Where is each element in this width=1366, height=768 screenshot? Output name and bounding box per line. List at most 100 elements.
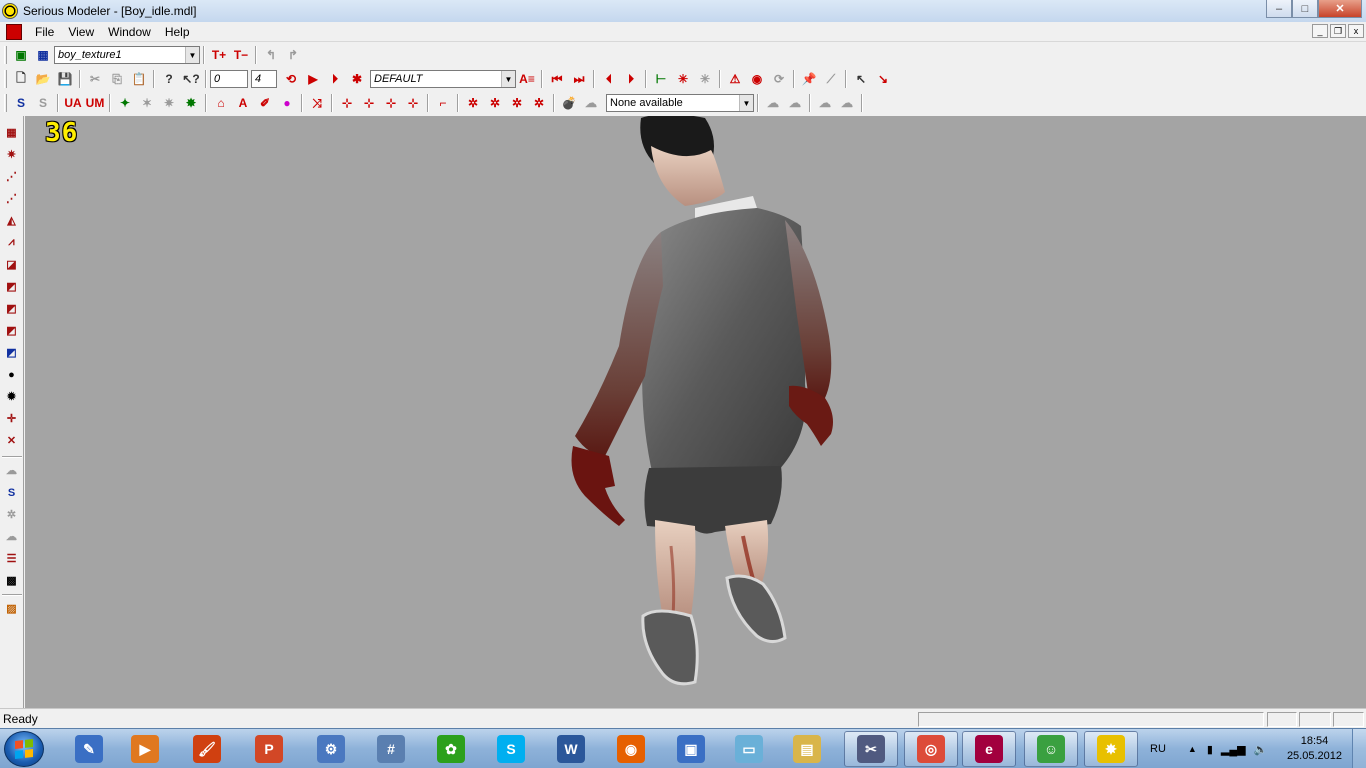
taskbar-button-skype[interactable]: S: [484, 731, 538, 767]
font-icon[interactable]: A: [233, 93, 253, 113]
render-mode-icon[interactable]: ▦: [3, 124, 20, 141]
frame-end-input[interactable]: 4: [251, 70, 277, 88]
frame-start-input[interactable]: 0: [210, 70, 248, 88]
taskbar-button-notepad[interactable]: ▭: [722, 731, 776, 767]
taskbar-button-powerpoint[interactable]: P: [242, 731, 296, 767]
texture-next-icon[interactable]: ↱: [283, 45, 303, 65]
minimize-button[interactable]: –: [1266, 0, 1292, 18]
document-icon[interactable]: [6, 23, 22, 40]
warning-icon[interactable]: ⚠: [725, 69, 745, 89]
toolbar-grip[interactable]: [4, 70, 7, 88]
mdi-close-button[interactable]: x: [1348, 24, 1364, 38]
pointer-select-icon[interactable]: ↖: [851, 69, 871, 89]
taskbar-button-settings-app[interactable]: ⚙: [304, 731, 358, 767]
taskbar-button-erlang[interactable]: e: [962, 731, 1016, 767]
sound-play-icon[interactable]: ☁: [815, 93, 835, 113]
bomb-icon[interactable]: 💣: [559, 93, 579, 113]
light-icon[interactable]: ✹: [3, 388, 20, 405]
zombie-boy-model[interactable]: [545, 116, 835, 696]
model-viewport[interactable]: 36: [25, 116, 1366, 708]
color-pick-icon[interactable]: ✐: [255, 93, 275, 113]
mapping-star2-icon[interactable]: ✷: [159, 93, 179, 113]
animation-settings-icon[interactable]: ✱: [347, 69, 367, 89]
texture-prev-icon[interactable]: ↰: [261, 45, 281, 65]
add-texture-icon[interactable]: T+: [209, 45, 229, 65]
chevron-down-icon[interactable]: ▼: [185, 47, 199, 63]
animation-combo[interactable]: DEFAULT ▼: [370, 70, 516, 88]
start-button[interactable]: [4, 731, 44, 767]
surface-disabled-icon[interactable]: S: [33, 93, 53, 113]
bones-icon[interactable]: ⋰: [3, 168, 20, 185]
maximize-button[interactable]: □: [1292, 0, 1318, 18]
collision-disabled-icon[interactable]: ☁: [3, 528, 20, 545]
list-icon[interactable]: ☰: [3, 550, 20, 567]
volume-icon[interactable]: 🔈: [1254, 743, 1268, 756]
effect-disabled-icon[interactable]: ✲: [3, 506, 20, 523]
surface-t-icon[interactable]: ◩: [3, 344, 20, 361]
close-button[interactable]: ✕: [1318, 0, 1362, 18]
taskbar-button-calculator[interactable]: #: [364, 731, 418, 767]
network-signal-icon[interactable]: ▂▄▆: [1221, 743, 1246, 756]
open-folder-icon[interactable]: 📂: [33, 69, 53, 89]
mirror-z-icon[interactable]: ✲: [507, 93, 527, 113]
context-help-icon[interactable]: ↖?: [181, 69, 201, 89]
paste-icon[interactable]: 📋: [129, 69, 149, 89]
toolbar-grip[interactable]: [4, 46, 7, 64]
axis-h-icon[interactable]: ⊹: [337, 93, 357, 113]
clock[interactable]: 18:54 25.05.2012: [1287, 734, 1342, 764]
new-file-icon[interactable]: 🗋: [11, 69, 31, 89]
copy-icon[interactable]: ⎘: [107, 69, 127, 89]
pointer-deselect-icon[interactable]: ↘: [873, 69, 893, 89]
skeleton-icon[interactable]: ✳: [673, 69, 693, 89]
prev-frame-icon[interactable]: ⏴: [599, 69, 619, 89]
surface-off-icon[interactable]: ◩: [3, 322, 20, 339]
axis-b-icon[interactable]: ⊹: [381, 93, 401, 113]
play-icon[interactable]: ▶: [303, 69, 323, 89]
axis-icon[interactable]: ⊹: [403, 93, 423, 113]
play-frames-icon[interactable]: ⏵: [325, 69, 345, 89]
remove-texture-icon[interactable]: T−: [231, 45, 251, 65]
cut-icon[interactable]: ✂: [85, 69, 105, 89]
taskbar-button-designer-app[interactable]: ✎: [62, 731, 116, 767]
surface-icon[interactable]: S: [11, 93, 31, 113]
texture-combo[interactable]: boy_texture1 ▼: [54, 46, 200, 64]
reset-icon[interactable]: ⟳: [769, 69, 789, 89]
measure-icon[interactable]: ⊢: [651, 69, 671, 89]
animation-rename-icon[interactable]: A≡: [517, 69, 537, 89]
mdi-minimize-button[interactable]: _: [1312, 24, 1328, 38]
mapping-add-icon[interactable]: ✦: [115, 93, 135, 113]
sound-stop-icon[interactable]: ☁: [837, 93, 857, 113]
chevron-down-icon[interactable]: ▼: [501, 71, 515, 87]
crosshair-icon[interactable]: ✛: [3, 410, 20, 427]
loop-animation-icon[interactable]: ⟲: [281, 69, 301, 89]
surface-on-icon[interactable]: ◩: [3, 300, 20, 317]
axis-origin-icon[interactable]: ⌐: [433, 93, 453, 113]
taskbar-button-explorer[interactable]: ▤: [780, 731, 834, 767]
menu-window[interactable]: Window: [101, 25, 158, 39]
taskbar-button-media-player[interactable]: ▶: [118, 731, 172, 767]
help-icon[interactable]: ?: [159, 69, 179, 89]
wireframe-icon[interactable]: ✷: [3, 146, 20, 163]
menu-file[interactable]: File: [28, 25, 61, 39]
axis-p-icon[interactable]: ⊹: [359, 93, 379, 113]
shuffle-icon[interactable]: ⤨: [307, 93, 327, 113]
last-frame-icon[interactable]: ⏭: [569, 69, 589, 89]
menu-view[interactable]: View: [61, 25, 101, 39]
taskbar-button-icq[interactable]: ✿: [424, 731, 478, 767]
light-minus-icon[interactable]: ●: [3, 366, 20, 383]
taskbar-button-paint[interactable]: 🖌: [180, 731, 234, 767]
taskbar-button-word[interactable]: W: [544, 731, 598, 767]
target-icon[interactable]: ◉: [747, 69, 767, 89]
normals-icon[interactable]: ⩘: [3, 234, 20, 251]
palette-icon[interactable]: ▨: [3, 600, 20, 617]
menu-help[interactable]: Help: [158, 25, 197, 39]
taskbar-button-serious-modeler[interactable]: ✸: [1084, 731, 1138, 767]
shading-icon[interactable]: ◭: [3, 212, 20, 229]
usb-icon[interactable]: ▮: [1207, 743, 1213, 756]
language-indicator[interactable]: RU: [1150, 743, 1166, 755]
bones2-icon[interactable]: ⋰: [3, 190, 20, 207]
uv-a-icon[interactable]: UA: [63, 93, 83, 113]
mdi-restore-button[interactable]: ❐: [1330, 24, 1346, 38]
mirror-all-icon[interactable]: ✲: [529, 93, 549, 113]
next-frame-icon[interactable]: ⏵: [621, 69, 641, 89]
